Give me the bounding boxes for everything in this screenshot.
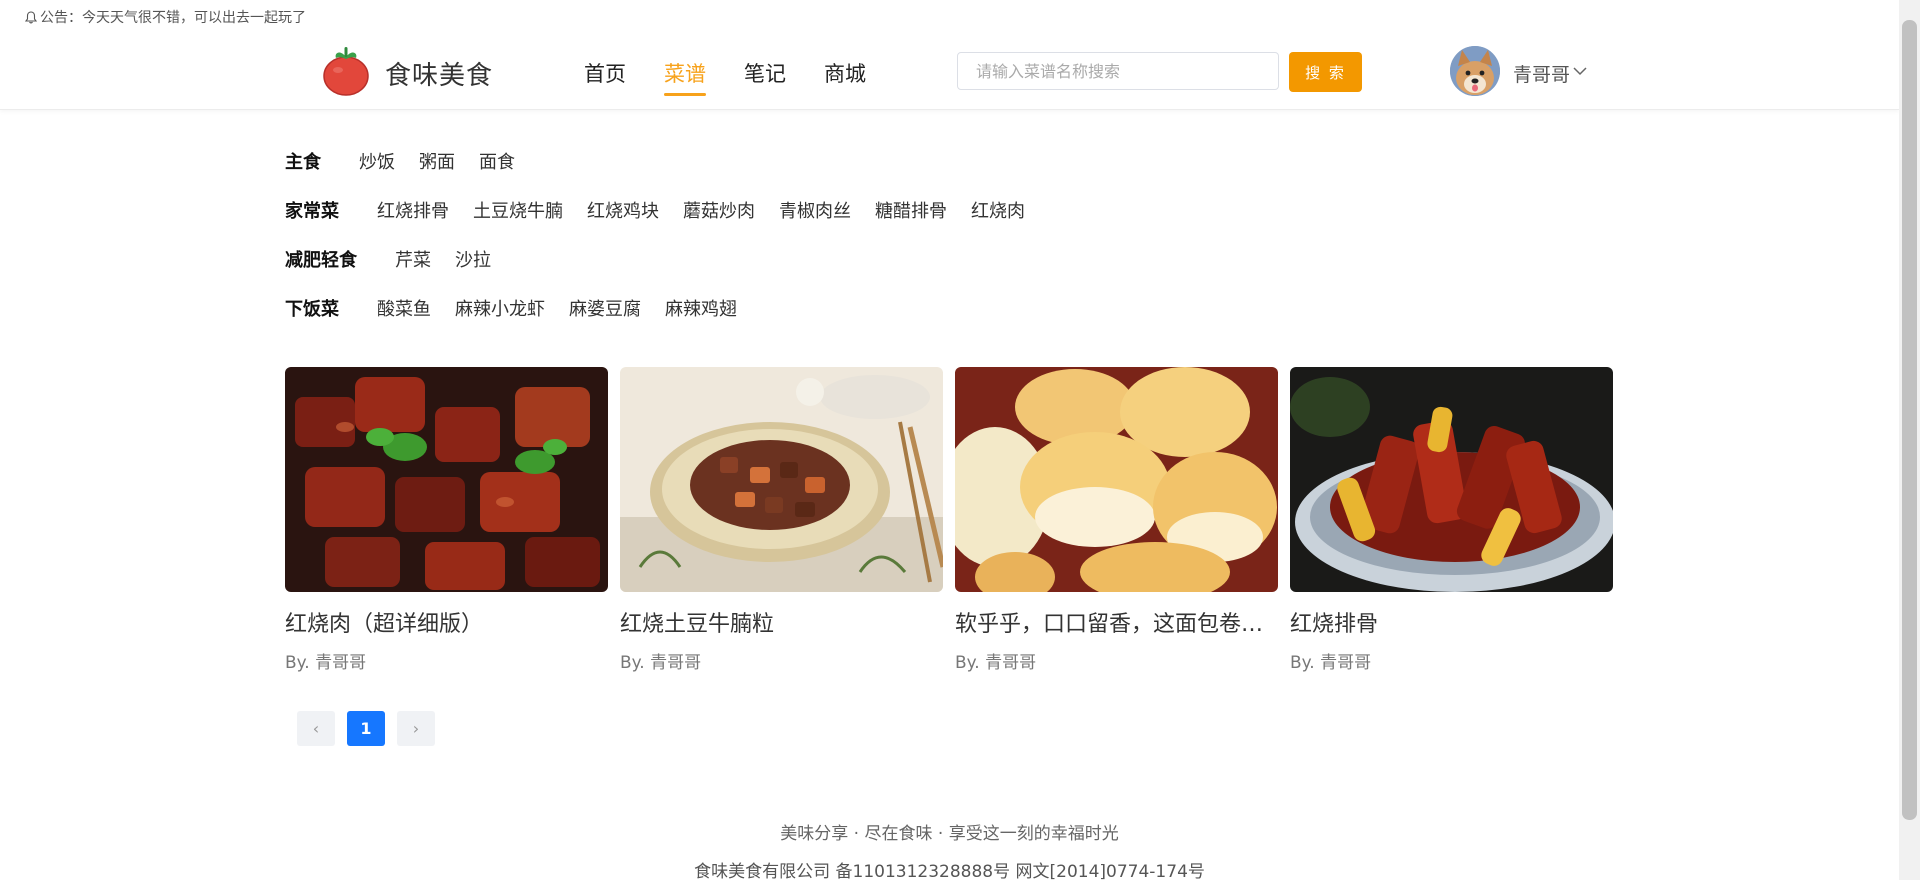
search-input[interactable] — [957, 52, 1279, 90]
category-row: 家常菜 红烧排骨 土豆烧牛腩 红烧鸡块 蘑菇炒肉 青椒肉丝 糖醋排骨 红烧肉 — [285, 185, 1049, 234]
braised-pork-image[interactable] — [285, 367, 608, 592]
top-header: 公告：今天天气很不错，可以出去一起玩了 食味美食 首页 菜谱 笔记 商城 搜 索… — [0, 0, 1899, 110]
recipe-author: By. 青哥哥 — [620, 653, 702, 673]
category-filter: 主食 炒饭 粥面 面食 家常菜 红烧排骨 土豆烧牛腩 红烧鸡块 蘑菇炒肉 青椒肉… — [285, 136, 1049, 332]
category-item[interactable]: 土豆烧牛腩 — [473, 197, 563, 223]
footer-copyright: 食味美食有限公司 备1101312328888号 网文[2014]0774-17… — [694, 862, 1205, 882]
footer-slogan: 美味分享 · 尽在食味 · 享受这一刻的幸福时光 — [780, 824, 1119, 844]
recipe-card[interactable]: 软乎乎，口口留香，这面包卷… By. 青哥哥 — [955, 367, 1278, 673]
category-item[interactable]: 麻辣鸡翅 — [665, 295, 737, 321]
brand-name[interactable]: 食味美食 — [385, 55, 493, 92]
announcement-text: 公告：今天天气很不错，可以出去一起玩了 — [40, 10, 306, 26]
bell-icon — [25, 10, 37, 23]
category-item[interactable]: 红烧排骨 — [377, 197, 449, 223]
category-row: 减肥轻食 芹菜 沙拉 — [285, 234, 1049, 283]
recipe-author: By. 青哥哥 — [955, 653, 1037, 673]
category-title: 下饭菜 — [285, 298, 339, 320]
category-item[interactable]: 蘑菇炒肉 — [683, 197, 755, 223]
nav-notes[interactable]: 笔记 — [744, 58, 786, 94]
scrollbar-thumb[interactable] — [1902, 20, 1917, 820]
category-item[interactable]: 糖醋排骨 — [875, 197, 947, 223]
category-item[interactable]: 面食 — [479, 148, 515, 174]
recipe-title[interactable]: 软乎乎，口口留香，这面包卷… — [955, 606, 1278, 638]
potato-beef-image[interactable] — [620, 367, 943, 592]
category-item[interactable]: 芹菜 — [395, 246, 431, 272]
category-title: 减肥轻食 — [285, 249, 357, 271]
category-item[interactable]: 沙拉 — [455, 246, 491, 272]
category-row: 下饭菜 酸菜鱼 麻辣小龙虾 麻婆豆腐 麻辣鸡翅 — [285, 283, 1049, 332]
main-nav: 首页 菜谱 笔记 商城 — [584, 58, 904, 96]
nav-recipes[interactable]: 菜谱 — [664, 58, 706, 96]
announcement-bar: 公告：今天天气很不错，可以出去一起玩了 — [25, 7, 306, 27]
braised-ribs-image[interactable] — [1290, 367, 1613, 592]
category-item[interactable]: 青椒肉丝 — [779, 197, 851, 223]
category-title: 主食 — [285, 151, 321, 173]
category-item[interactable]: 麻辣小龙虾 — [455, 295, 545, 321]
category-title: 家常菜 — [285, 200, 339, 222]
username[interactable]: 青哥哥 — [1513, 60, 1570, 87]
bread-rolls-image[interactable] — [955, 367, 1278, 592]
recipe-grid: 红烧肉（超详细版） By. 青哥哥 红烧土豆牛腩粒 By. 青哥哥 软乎乎，口口… — [285, 367, 1613, 673]
recipe-card[interactable]: 红烧土豆牛腩粒 By. 青哥哥 — [620, 367, 943, 673]
category-item[interactable]: 粥面 — [419, 148, 455, 174]
pagination: ‹ 1 › — [297, 711, 435, 746]
category-item[interactable]: 红烧鸡块 — [587, 197, 659, 223]
category-item[interactable]: 炒饭 — [359, 148, 395, 174]
recipe-title[interactable]: 红烧肉（超详细版） — [285, 606, 608, 638]
chevron-down-icon[interactable] — [1573, 67, 1587, 76]
recipe-title[interactable]: 红烧土豆牛腩粒 — [620, 606, 943, 638]
recipe-author: By. 青哥哥 — [1290, 653, 1372, 673]
category-item[interactable]: 红烧肉 — [971, 197, 1025, 223]
tomato-logo-icon[interactable] — [322, 43, 370, 97]
category-row: 主食 炒饭 粥面 面食 — [285, 136, 1049, 185]
recipe-title[interactable]: 红烧排骨 — [1290, 606, 1613, 638]
user-avatar[interactable] — [1450, 46, 1500, 96]
recipe-card[interactable]: 红烧排骨 By. 青哥哥 — [1290, 367, 1613, 673]
category-item[interactable]: 酸菜鱼 — [377, 295, 431, 321]
dog-avatar-icon — [1450, 46, 1500, 96]
category-item[interactable]: 麻婆豆腐 — [569, 295, 641, 321]
search-button[interactable]: 搜 索 — [1289, 52, 1362, 92]
recipe-author: By. 青哥哥 — [285, 653, 367, 673]
nav-mall[interactable]: 商城 — [824, 58, 866, 94]
page-number-button[interactable]: 1 — [347, 711, 385, 746]
recipe-card[interactable]: 红烧肉（超详细版） By. 青哥哥 — [285, 367, 608, 673]
nav-home[interactable]: 首页 — [584, 58, 626, 94]
prev-page-button[interactable]: ‹ — [297, 711, 335, 746]
next-page-button[interactable]: › — [397, 711, 435, 746]
